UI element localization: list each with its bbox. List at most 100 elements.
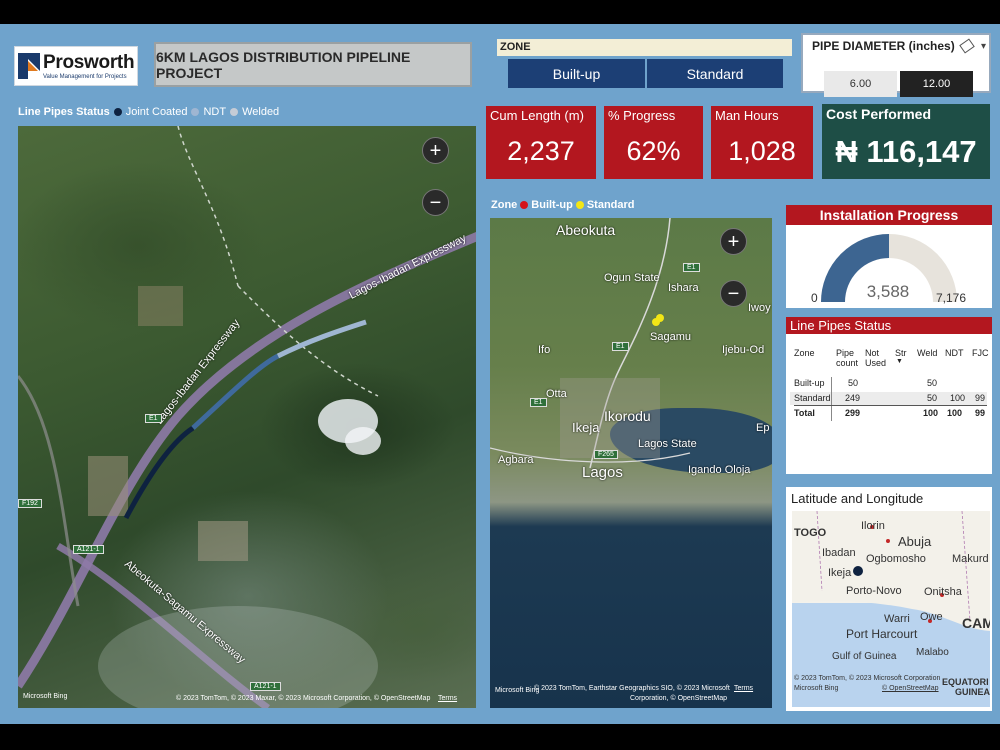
kpi-label: Man Hours [715,108,779,123]
table-cell: 99 [975,393,986,403]
table-cell: 50 [927,393,938,403]
kpi-label: Cum Length (m) [490,108,584,123]
place-label: Otta [546,388,567,400]
road-shield: F192 [18,499,42,508]
bing-logo: Microsoft Bing [794,685,839,692]
table-cell: 100 [923,408,939,418]
road-shield: F265 [594,450,618,459]
column-header[interactable]: Pipe count [836,348,860,368]
column-header[interactable]: Weld [917,348,937,358]
place-label: Abeokuta [556,222,616,238]
column-header[interactable]: Zone [794,348,815,358]
column-divider [831,377,832,421]
table-row[interactable]: Built-up 50 50 [790,378,987,390]
zoom-in-button[interactable]: + [422,137,449,164]
place-label: Igando Oloja [688,464,751,476]
kpi-value: 62% [626,136,681,166]
legend-item: Joint Coated [125,106,188,118]
logo-mark-icon [18,51,40,81]
card-title: Line Pipes Status [786,317,992,334]
place-label: Malabo [916,647,949,658]
zoom-out-button[interactable]: − [422,189,449,216]
diameter-12-button[interactable]: 12.00 [900,71,973,97]
table-cell: Built-up [794,378,825,388]
latlong-map[interactable]: TOGO Ilorin Abuja Ibadan Ogbomosho Makur… [792,511,990,707]
place-label: Ikeja [572,420,600,435]
kpi-label: % Progress [608,108,676,123]
place-label: Lagos State [638,438,697,450]
legend-item: Welded [242,106,280,118]
place-label: Abuja [898,534,932,549]
dashboard: Prosworth Value Management for Projects … [0,24,1000,724]
zoom-in-button[interactable]: + [720,228,747,255]
column-header[interactable]: Not Used [865,348,889,368]
place-label: Ikeja [828,567,852,579]
clear-selection-icon[interactable] [959,38,975,54]
place-label: GUINEA [955,687,990,697]
road-shield: E1 [612,342,629,351]
progress-card: % Progress 62% [604,106,703,179]
kpi-label: Cost Performed [826,106,932,122]
filter-options-icon[interactable]: ▾ [981,41,986,52]
zone-standard-button[interactable]: Standard [647,59,783,88]
kpi-value: 2,237 [507,136,575,166]
terms-link[interactable]: Terms [734,685,753,692]
place-label: Lagos [582,464,623,481]
zone-satellite-map[interactable]: Abeokuta Ogun State Ishara Sagamu Ifo Ij… [490,218,772,708]
pipe-diameter-label: PIPE DIAMETER (inches) [812,39,955,53]
zone-builtup-button[interactable]: Built-up [508,59,645,88]
latlong-card: Latitude and Longitude TOGO Ilorin Abuja… [786,487,992,711]
map-credit: © 2023 TomTom, Earthstar Geographics SIO… [534,685,730,692]
legend-item: NDT [203,106,227,118]
bing-logo: Microsoft Bing [23,693,68,700]
zone-legend: Zone Built-up Standard [491,199,635,211]
column-header[interactable]: FJC [972,348,989,358]
column-header[interactable]: NDT [945,348,964,358]
legend-dot [191,108,200,116]
logo-name: Prosworth [43,51,135,73]
map-credit: © 2023 TomTom, © 2023 Maxar, © 2023 Micr… [176,695,431,702]
sort-desc-icon[interactable]: ▼ [896,358,903,365]
table-cell: 100 [947,408,963,418]
cost-performed-card: Cost Performed ₦ 116,147 [822,104,990,179]
place-label: Ibadan [822,547,856,559]
table-row[interactable]: Standard 249 50 100 99 [790,392,987,405]
kpi-value: ₦ 116,147 [835,134,977,169]
logo-tagline: Value Management for Projects [43,73,127,80]
diameter-6-button[interactable]: 6.00 [824,71,897,97]
place-label: Makurd [952,553,989,565]
legend-title: Zone [491,199,518,211]
line-pipes-legend: Line Pipes Status Joint Coated NDT Welde… [18,106,279,118]
table-cell: Total [794,408,815,418]
bing-logo: Microsoft Bing [495,687,540,694]
place-label: Ishara [668,282,699,294]
road-shield: A121-1 [250,682,281,691]
table-cell: 249 [845,393,861,403]
prosworth-logo: Prosworth Value Management for Projects [14,46,138,86]
legend-dot [575,201,584,209]
line-pipes-table-card: Line Pipes Status Zone Pipe count Not Us… [786,317,992,474]
table-cell: 99 [975,408,986,418]
zoom-out-button[interactable]: − [720,280,747,307]
legend-title: Line Pipes Status [18,106,110,118]
place-label: Sagamu [650,331,691,343]
terms-link[interactable]: Terms [438,695,457,702]
table-total-row: Total 299 100 100 99 [790,407,987,421]
total-divider [794,405,987,406]
place-label: Ikorodu [604,408,651,424]
card-title: Latitude and Longitude [791,491,924,506]
place-label: Porto-Novo [846,585,902,597]
road-shield: E1 [145,414,162,423]
place-label: Gulf of Guinea [832,651,897,662]
place-label: Ijebu-Od [722,344,765,356]
place-label: Ifo [538,344,551,356]
road-shield: E1 [683,263,700,272]
map-overlay [18,126,476,708]
map-credit: © OpenStreetMap [882,685,939,692]
place-label: TOGO [794,527,827,539]
pipeline-satellite-map[interactable]: Lagos-Ibadan Expressway Lagos-Ibadan Exp… [18,126,476,708]
place-label: Ilorin [861,520,885,532]
gauge-value: 3,588 [866,282,910,301]
map-credit: Corporation, © OpenStreetMap [630,695,727,702]
column-header[interactable]: Str [895,348,907,358]
